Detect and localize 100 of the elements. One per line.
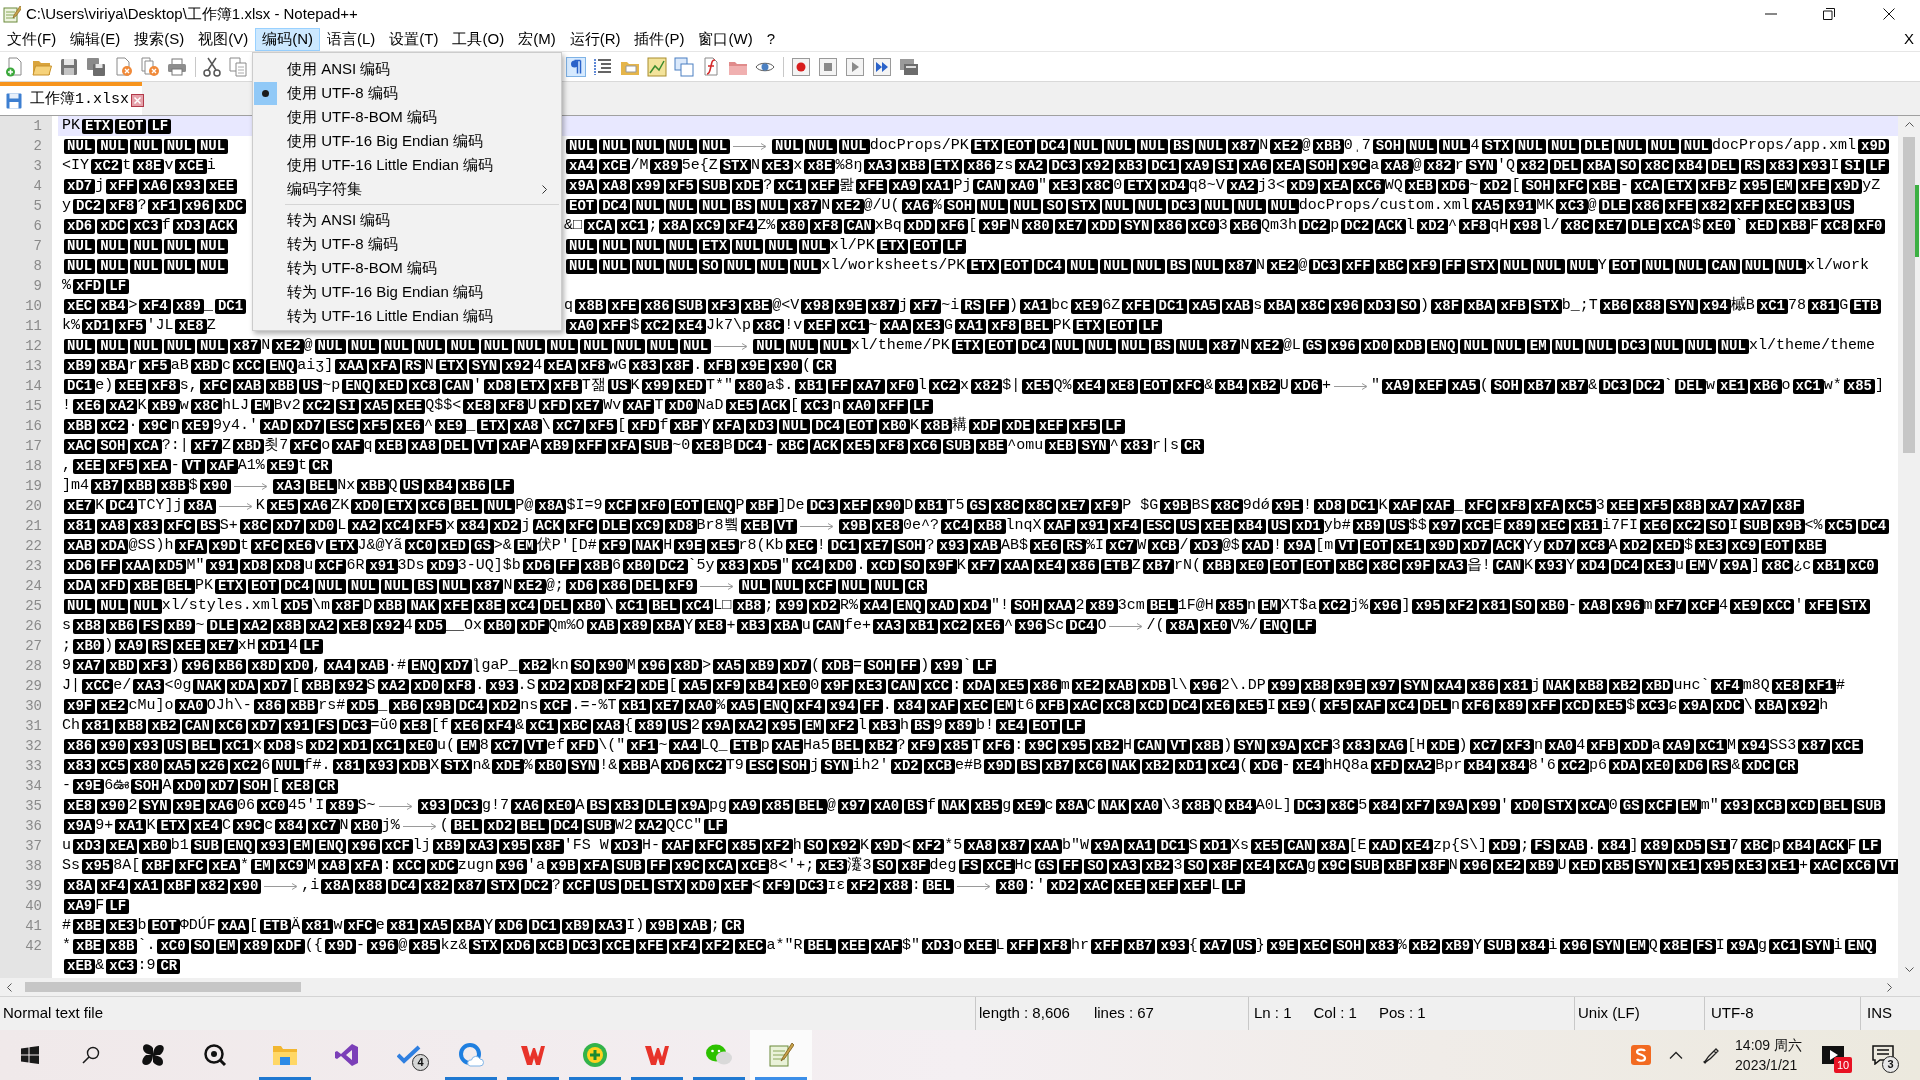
windows-icon[interactable] (674, 56, 694, 77)
control-char-label: BEL (517, 818, 549, 834)
fast-forward-icon[interactable] (872, 56, 892, 77)
chart-icon[interactable] (647, 56, 667, 77)
control-char-label: xDC (1742, 758, 1774, 774)
line-text: · (128, 416, 138, 436)
control-char-label: xD1 (1292, 518, 1324, 534)
menu-bar-item[interactable]: 插件(P) (627, 28, 692, 51)
record-icon[interactable] (791, 56, 811, 77)
menu-item[interactable]: 使用 UTF-16 Big Endian 编码 (253, 129, 561, 153)
menu-bar-item[interactable]: 窗口(W) (691, 28, 760, 51)
control-char-label: NUL (698, 198, 731, 214)
control-char-label: xDA (963, 678, 995, 694)
close-file-icon[interactable] (113, 56, 133, 77)
control-char-label: xAC (64, 438, 96, 454)
line-text: rN( (1174, 556, 1202, 576)
print-icon[interactable] (167, 56, 187, 77)
loop-logo-icon[interactable] (335, 1043, 359, 1067)
menu-item[interactable]: 转为 UTF-8-BOM 编码 (253, 256, 561, 280)
control-char-label: NUL (772, 138, 804, 154)
new-file-icon[interactable] (5, 56, 25, 77)
menu-bar-item[interactable]: 运行(R) (562, 28, 628, 51)
taskbar-app[interactable] (750, 1030, 812, 1080)
control-char-label: xF5 (106, 458, 138, 474)
menu-bar-item[interactable]: 视图(V) (191, 28, 256, 51)
chat-bubbles-icon[interactable] (705, 1043, 733, 1067)
line-text: docProps/app.xml (1712, 136, 1857, 156)
menu-bar-item[interactable]: 搜索(S) (127, 28, 192, 51)
line-text: M (1727, 736, 1737, 756)
close-all-icon[interactable] (140, 56, 160, 77)
control-char-label: x9A (1726, 938, 1759, 954)
taskbar-app[interactable]: 4 (378, 1030, 440, 1080)
menu-bar-item[interactable]: 宏(M) (511, 28, 563, 51)
control-char-label: x89 (944, 718, 976, 734)
menu-item[interactable]: 转为 ANSI 编码 (253, 208, 561, 232)
menu-item[interactable]: 使用 UTF-16 Little Endian 编码 (253, 153, 561, 177)
menu-item[interactable]: 使用 UTF-8-BOM 编码 (253, 105, 561, 129)
menu-item[interactable]: 使用 UTF-8 编码 (253, 81, 561, 105)
line-text: e/ (113, 676, 132, 696)
control-char-label: xB6 (106, 618, 138, 634)
control-char-label: DC2 (1341, 218, 1373, 234)
close-icon[interactable] (131, 94, 144, 107)
control-char-label: xD1 (1199, 838, 1231, 854)
line-text: pg (708, 796, 727, 816)
control-char-label: xF8 (810, 218, 842, 234)
control-char-label: xAC (1069, 698, 1101, 714)
menu-bar-item[interactable]: 编码(N) (255, 28, 320, 51)
control-char-label: xFC (1555, 178, 1587, 194)
notepad-icon[interactable] (768, 1042, 794, 1068)
s-logo-icon[interactable] (1631, 1045, 1652, 1065)
indent-lines-icon[interactable] (593, 56, 613, 77)
chevron-up-icon[interactable] (1669, 1051, 1684, 1059)
menu-bar-item[interactable]: 工具(O) (445, 28, 512, 51)
menu-bar-item[interactable]: ? (759, 28, 782, 51)
w-logo-icon[interactable] (644, 1043, 670, 1067)
control-char-label: xB0 (484, 618, 516, 634)
save-macro-icon[interactable] (899, 56, 919, 77)
control-char-label: xC2 (928, 378, 960, 394)
save-all-icon[interactable] (86, 56, 106, 77)
save-icon[interactable] (59, 56, 79, 77)
control-char-label: xEE (115, 378, 147, 394)
menu-bar-item[interactable]: 语言(L) (320, 28, 383, 51)
menu-item[interactable]: 转为 UTF-16 Little Endian 编码 (253, 304, 561, 328)
plus-circle-icon[interactable] (582, 1042, 608, 1068)
play-icon[interactable] (845, 56, 865, 77)
line-text: n (170, 416, 180, 436)
ring-cloud-icon[interactable] (458, 1042, 484, 1068)
menu-item[interactable]: 转为 UTF-16 Big Endian 编码 (253, 280, 561, 304)
control-char-label: x9B (547, 858, 579, 874)
menu-bar-item[interactable]: 设置(T) (382, 28, 446, 51)
control-char-label: ACK (532, 518, 564, 534)
control-char-label: xC1 (837, 318, 869, 334)
menu-item[interactable]: 编码字符集 (253, 177, 561, 201)
control-char-label: xA8 (592, 718, 624, 734)
menu-item[interactable]: 转为 UTF-8 编码 (253, 232, 561, 256)
menu-bar-item[interactable]: 文件(F) (0, 28, 64, 51)
control-char-label: x95 (1058, 738, 1090, 754)
function-icon[interactable] (701, 56, 721, 77)
folder-icon[interactable] (272, 1043, 298, 1067)
control-char-label: xB4 (1215, 378, 1247, 394)
line-number: 30 (25, 697, 42, 716)
line-number: 38 (25, 857, 42, 876)
close-document-button[interactable]: X (1904, 28, 1914, 51)
control-char-label: x82 (1698, 198, 1730, 214)
copy-icon[interactable] (229, 56, 249, 77)
line-text: wG (608, 356, 627, 376)
stop-icon[interactable] (818, 56, 838, 77)
control-char-label: SO (900, 558, 924, 574)
control-char-label: xD7 (206, 778, 238, 794)
line-text: J&@Yã (357, 536, 403, 556)
menu-bar-item[interactable]: 编辑(E) (63, 28, 128, 51)
w-logo-icon[interactable] (520, 1043, 546, 1067)
menu-item[interactable]: 使用 ANSI 编码 (253, 57, 561, 81)
line-text: 'FS W (563, 836, 609, 856)
line-text: k% (62, 316, 80, 336)
pilcrow-icon[interactable] (566, 56, 586, 77)
scissors-icon[interactable] (202, 56, 222, 77)
file-tab[interactable]: 工作簿1.xlsx (0, 82, 142, 115)
scrollbar-thumb[interactable] (25, 982, 301, 992)
control-char-label: SYN (1592, 938, 1624, 954)
